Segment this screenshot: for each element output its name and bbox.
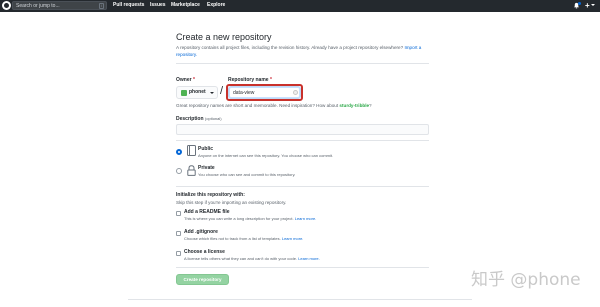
search-input[interactable]: Search or jump to... / xyxy=(12,1,107,10)
footer-divider xyxy=(128,299,472,300)
repo-name-input[interactable] xyxy=(229,87,300,98)
repo-name-label: Repository name * xyxy=(228,77,272,83)
description-input[interactable] xyxy=(176,124,429,135)
avatar xyxy=(181,90,187,96)
nav-issues[interactable]: Issues xyxy=(150,2,166,9)
readme-checkbox[interactable] xyxy=(176,211,181,216)
divider xyxy=(176,63,429,64)
public-radio[interactable] xyxy=(176,149,182,155)
public-option-title: Public xyxy=(198,146,214,152)
page-subtitle: A repository contains all project files,… xyxy=(176,45,422,57)
chevron-down-icon xyxy=(210,92,214,94)
notification-dot xyxy=(578,2,581,5)
new-repo-form: Create a new repository A repository con… xyxy=(176,0,429,307)
init-section-subtitle: Skip this step if you're importing an ex… xyxy=(176,200,287,205)
owner-repo-separator: / xyxy=(220,85,224,97)
readme-option-title: Add a README file xyxy=(184,209,230,215)
description-label: Description (optional) xyxy=(176,116,222,122)
repo-book-icon xyxy=(187,145,196,156)
plus-icon[interactable]: + xyxy=(585,1,590,10)
lock-icon xyxy=(187,165,196,176)
password-manager-icon[interactable] xyxy=(293,90,298,95)
init-section-title: Initialize this repository with: xyxy=(176,192,245,198)
name-suggestion[interactable]: sturdy-tribble xyxy=(339,103,369,108)
private-option-title: Private xyxy=(198,165,215,171)
search-shortcut-key: / xyxy=(99,3,104,9)
license-checkbox[interactable] xyxy=(176,251,181,256)
license-learn-more-link[interactable]: Learn more. xyxy=(298,256,320,261)
readme-option-desc: This is where you can write a long descr… xyxy=(184,216,317,221)
search-placeholder: Search or jump to... xyxy=(16,3,60,9)
owner-select[interactable]: phonet xyxy=(176,86,218,99)
watermark-text: 知乎 @phone xyxy=(471,270,581,290)
chevron-down-icon[interactable] xyxy=(591,4,595,6)
public-option-desc: Anyone on the internet can see this repo… xyxy=(198,153,334,158)
gitignore-checkbox[interactable] xyxy=(176,231,181,236)
private-option-desc: You choose who can see and commit to thi… xyxy=(198,172,296,177)
github-logo-icon[interactable] xyxy=(2,1,11,10)
divider xyxy=(176,140,429,141)
owner-label: Owner * xyxy=(176,77,195,83)
license-option-title: Choose a license xyxy=(184,249,225,255)
private-radio[interactable] xyxy=(176,168,182,174)
gitignore-learn-more-link[interactable]: Learn more. xyxy=(282,236,304,241)
readme-learn-more-link[interactable]: Learn more. xyxy=(295,216,317,221)
repo-name-hint: Great repository names are short and mem… xyxy=(176,103,372,108)
divider xyxy=(176,186,429,187)
page-title: Create a new repository xyxy=(176,32,272,42)
owner-value: phonet xyxy=(189,89,206,95)
divider xyxy=(176,267,429,268)
nav-pull-requests[interactable]: Pull requests xyxy=(113,2,144,9)
license-option-desc: A license tells others what they can and… xyxy=(184,256,320,261)
create-repository-button[interactable]: Create repository xyxy=(176,274,229,285)
gitignore-option-desc: Choose which files not to track from a l… xyxy=(184,236,304,241)
gitignore-option-title: Add .gitignore xyxy=(184,229,218,235)
